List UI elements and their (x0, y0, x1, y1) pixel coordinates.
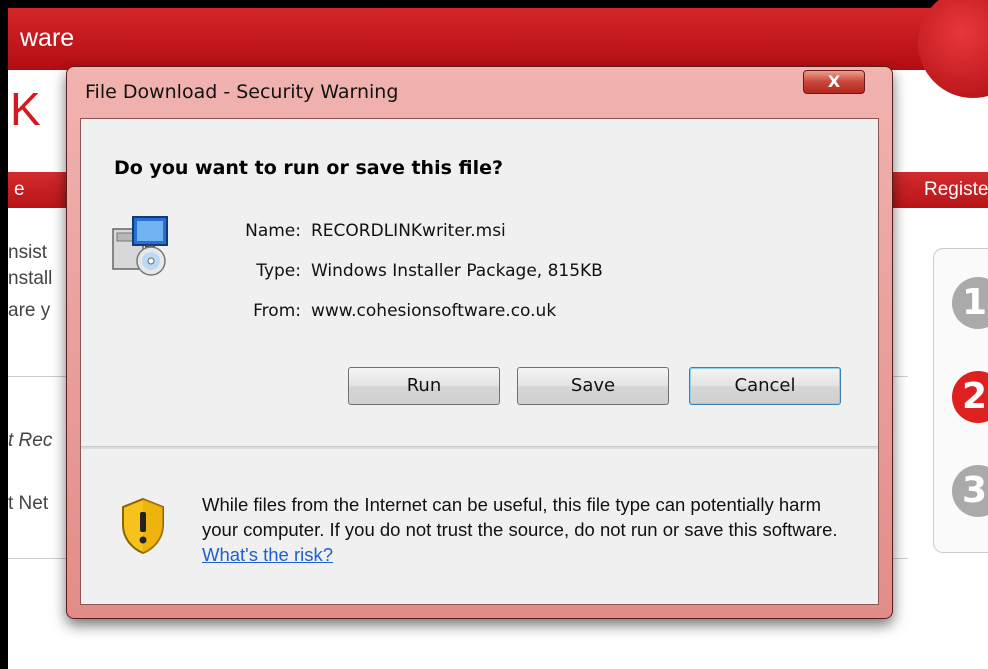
bg-text-line: nsist (8, 242, 48, 263)
step-badge: 2 (952, 371, 988, 423)
bg-italic-text: t Rec (8, 430, 53, 451)
file-from-value: www.cohesionsoftware.co.uk (311, 301, 557, 321)
screen-border-left (0, 0, 8, 669)
file-type-row: Type: Windows Installer Package, 815KB (256, 261, 603, 281)
save-button[interactable]: Save (517, 367, 669, 405)
step-badge: 3 (952, 465, 988, 517)
nav-item-left[interactable]: e (14, 179, 25, 201)
security-warning-dialog: File Download - Security Warning X Do yo… (66, 66, 893, 619)
nav-item-register[interactable]: Registe (924, 179, 988, 201)
file-name-row: Name: RECORDLINKwriter.msi (245, 221, 506, 241)
header-swoosh-decoration (918, 0, 988, 98)
steps-panel: 1 2 3 (933, 248, 988, 553)
file-name-value: RECORDLINKwriter.msi (311, 221, 506, 241)
dialog-title: File Download - Security Warning (85, 81, 399, 103)
cancel-button[interactable]: Cancel (689, 367, 841, 405)
run-button[interactable]: Run (348, 367, 500, 405)
warning-message: While files from the Internet can be use… (202, 492, 862, 567)
warning-text: While files from the Internet can be use… (202, 494, 838, 540)
dialog-content: Do you want to run or save this file? Na… (80, 118, 879, 605)
close-icon: X (827, 72, 841, 91)
site-header: ware (8, 0, 988, 98)
file-from-row: From: www.cohesionsoftware.co.uk (253, 301, 557, 321)
shield-warning-icon (122, 497, 164, 555)
dialog-question: Do you want to run or save this file? (114, 157, 504, 179)
type-label: Type: (256, 261, 301, 281)
screen-border-top (0, 0, 988, 8)
site-brand-fragment: ware (20, 24, 75, 52)
step-badge: 1 (952, 277, 988, 329)
file-type-value: Windows Installer Package, 815KB (311, 261, 603, 281)
bg-text-line: are y (8, 300, 51, 321)
close-button[interactable]: X (803, 70, 865, 94)
bg-text-net: t Net (8, 493, 49, 514)
bg-text-line: nstall (8, 268, 53, 289)
site-logo-letter: K (10, 83, 41, 135)
dialog-separator (81, 446, 878, 449)
installer-package-icon (112, 216, 168, 276)
whats-the-risk-link[interactable]: What's the risk? (202, 544, 333, 565)
from-label: From: (253, 301, 301, 321)
name-label: Name: (245, 221, 301, 241)
